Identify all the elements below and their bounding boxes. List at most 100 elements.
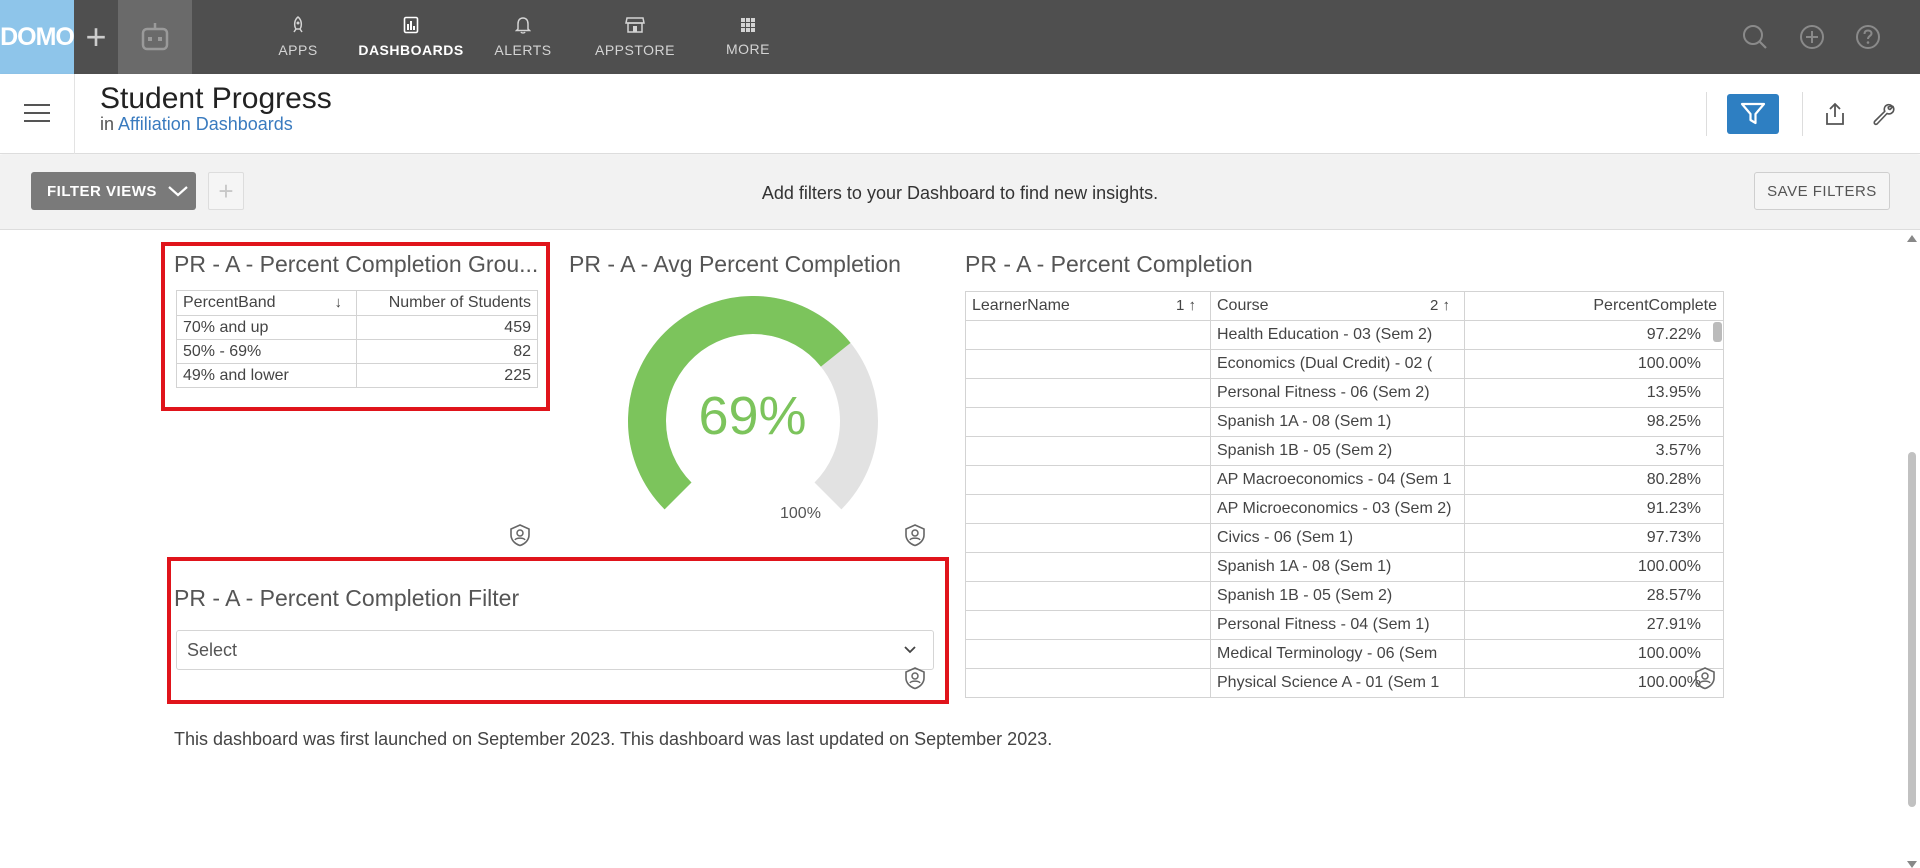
save-filters-button[interactable]: SAVE FILTERS	[1754, 172, 1890, 210]
help-icon[interactable]	[1851, 20, 1885, 54]
create-plus-icon[interactable]: +	[74, 0, 118, 74]
pct-cell: 91.23%	[1464, 494, 1724, 524]
course-cell: Physical Science A - 01 (Sem 1	[1210, 668, 1465, 698]
table-row[interactable]: 50% - 69% 82	[176, 339, 538, 364]
certified-shield-icon[interactable]	[902, 665, 928, 691]
table-row[interactable]: Medical Terminology - 06 (Sem 100.00%	[965, 639, 1724, 669]
page-scrollbar[interactable]	[1904, 230, 1920, 868]
course-cell: Medical Terminology - 06 (Sem	[1210, 639, 1465, 669]
table-row[interactable]: Health Education - 03 (Sem 2) 97.22%	[965, 320, 1724, 350]
nav-appstore[interactable]: APPSTORE	[579, 0, 691, 74]
table-row[interactable]: Spanish 1A - 08 (Sem 1) 98.25%	[965, 407, 1724, 437]
table-row[interactable]: Spanish 1B - 05 (Sem 2) 28.57%	[965, 581, 1724, 611]
gauge-value-label: 69%	[698, 386, 807, 446]
table-row[interactable]: Spanish 1B - 05 (Sem 2) 3.57%	[965, 436, 1724, 466]
learner-cell	[965, 523, 1211, 553]
learner-cell	[965, 639, 1211, 669]
course-cell: Spanish 1B - 05 (Sem 2)	[1210, 581, 1465, 611]
table-row[interactable]: 70% and up 459	[176, 315, 538, 340]
card-title-group[interactable]: PR - A - Percent Completion Grou...	[174, 251, 540, 278]
table-scrollbar-thumb[interactable]	[1713, 322, 1722, 342]
scroll-down-arrow-icon[interactable]	[1907, 861, 1917, 868]
header-separator	[1706, 92, 1707, 136]
ai-assistant-robot-icon[interactable]	[118, 0, 192, 74]
add-circle-icon[interactable]	[1795, 20, 1829, 54]
table-row[interactable]: Personal Fitness - 04 (Sem 1) 27.91%	[965, 610, 1724, 640]
dashboard-icon	[403, 16, 419, 34]
certified-shield-icon[interactable]	[1692, 665, 1718, 691]
band-cell: 49% and lower	[176, 363, 357, 388]
share-export-icon[interactable]	[1817, 96, 1853, 132]
certified-shield-icon[interactable]	[507, 522, 533, 548]
course-cell: Spanish 1A - 08 (Sem 1)	[1210, 407, 1465, 437]
table-row[interactable]: Economics (Dual Credit) - 02 (100.00%	[965, 349, 1724, 379]
learner-cell	[965, 320, 1211, 350]
table-row[interactable]: AP Macroeconomics - 04 (Sem 1 80.28%	[965, 465, 1724, 495]
count-cell: 459	[356, 315, 538, 340]
count-cell: 225	[356, 363, 538, 388]
breadcrumb-prefix: in	[100, 114, 115, 134]
header-divider	[74, 74, 75, 154]
column-header-learner[interactable]: LearnerName 1 ↑	[965, 291, 1211, 321]
gauge-max-label: 100%	[780, 505, 821, 522]
store-icon	[625, 17, 645, 33]
table-header-row: PercentBand ↓ Number of Students	[176, 290, 538, 316]
filter-funnel-button[interactable]	[1727, 94, 1779, 134]
search-icon[interactable]	[1738, 20, 1772, 54]
percent-completion-select[interactable]: Select	[176, 630, 934, 670]
course-cell: Economics (Dual Credit) - 02 (	[1210, 349, 1465, 379]
bell-icon	[515, 17, 531, 34]
nav-more[interactable]: MORE	[692, 0, 804, 74]
table-row[interactable]: Physical Science A - 01 (Sem 1 100.00%	[965, 668, 1724, 698]
nav-apps[interactable]: APPS	[242, 0, 354, 74]
table-header-row: LearnerName 1 ↑ Course 2 ↑ PercentComplete	[965, 291, 1724, 321]
column-header-students[interactable]: Number of Students	[356, 290, 538, 316]
menu-hamburger-icon[interactable]	[20, 100, 54, 126]
page-title: Student Progress	[100, 82, 332, 115]
card-title-table[interactable]: PR - A - Percent Completion	[965, 251, 1253, 278]
page-scrollbar-thumb[interactable]	[1908, 452, 1916, 807]
pct-cell: 27.91%	[1464, 610, 1724, 640]
wrench-icon[interactable]	[1866, 96, 1902, 132]
add-filter-plus-button[interactable]: +	[208, 172, 244, 210]
table-row[interactable]: Civics - 06 (Sem 1) 97.73%	[965, 523, 1724, 553]
breadcrumb-link[interactable]: Affiliation Dashboards	[118, 114, 293, 134]
column-header-course[interactable]: Course 2 ↑	[1210, 291, 1465, 321]
filter-views-dropdown[interactable]: FILTER VIEWS	[31, 172, 196, 210]
card-title-filter[interactable]: PR - A - Percent Completion Filter	[174, 585, 519, 612]
column-header-percent[interactable]: PercentComplete	[1464, 291, 1724, 321]
nav-more-label: MORE	[726, 41, 770, 57]
band-cell: 50% - 69%	[176, 339, 357, 364]
column-header-percentband[interactable]: PercentBand ↓	[176, 290, 357, 316]
course-cell: Health Education - 03 (Sem 2)	[1210, 320, 1465, 350]
top-nav-bar: DOMO + APPS DASHBOARDS ALERTS APPSTORE M…	[0, 0, 1920, 74]
filter-hint-text: Add filters to your Dashboard to find ne…	[761, 183, 1159, 203]
certified-shield-icon[interactable]	[902, 522, 928, 548]
learner-cell	[965, 581, 1211, 611]
table-row[interactable]: Spanish 1A - 08 (Sem 1) 100.00%	[965, 552, 1724, 582]
select-placeholder: Select	[187, 639, 238, 660]
dashboard-footer-note: This dashboard was first launched on Sep…	[174, 729, 1053, 749]
scroll-up-arrow-icon[interactable]	[1907, 235, 1917, 242]
card-title-gauge[interactable]: PR - A - Avg Percent Completion	[569, 251, 901, 278]
nav-dashboards[interactable]: DASHBOARDS	[355, 0, 467, 74]
domo-logo[interactable]: DOMO	[0, 0, 74, 74]
table-row[interactable]: Personal Fitness - 06 (Sem 2) 13.95%	[965, 378, 1724, 408]
learner-cell	[965, 610, 1211, 640]
table-row[interactable]: 49% and lower 225	[176, 363, 538, 388]
learner-cell	[965, 552, 1211, 582]
course-cell: Personal Fitness - 06 (Sem 2)	[1210, 378, 1465, 408]
percent-completion-table: LearnerName 1 ↑ Course 2 ↑ PercentComplete…	[965, 291, 1724, 698]
learner-cell	[965, 349, 1211, 379]
course-cell: Spanish 1A - 08 (Sem 1)	[1210, 552, 1465, 582]
learner-cell	[965, 668, 1211, 698]
nav-alerts[interactable]: ALERTS	[467, 0, 579, 74]
pct-cell: 100.00%	[1464, 668, 1724, 698]
band-cell: 70% and up	[176, 315, 357, 340]
pct-cell: 13.95%	[1464, 378, 1724, 408]
chevron-down-icon	[168, 186, 188, 197]
table-row[interactable]: AP Microeconomics - 03 (Sem 2) 91.23%	[965, 494, 1724, 524]
pct-cell: 98.25%	[1464, 407, 1724, 437]
pct-cell: 80.28%	[1464, 465, 1724, 495]
funnel-icon	[1740, 102, 1766, 125]
